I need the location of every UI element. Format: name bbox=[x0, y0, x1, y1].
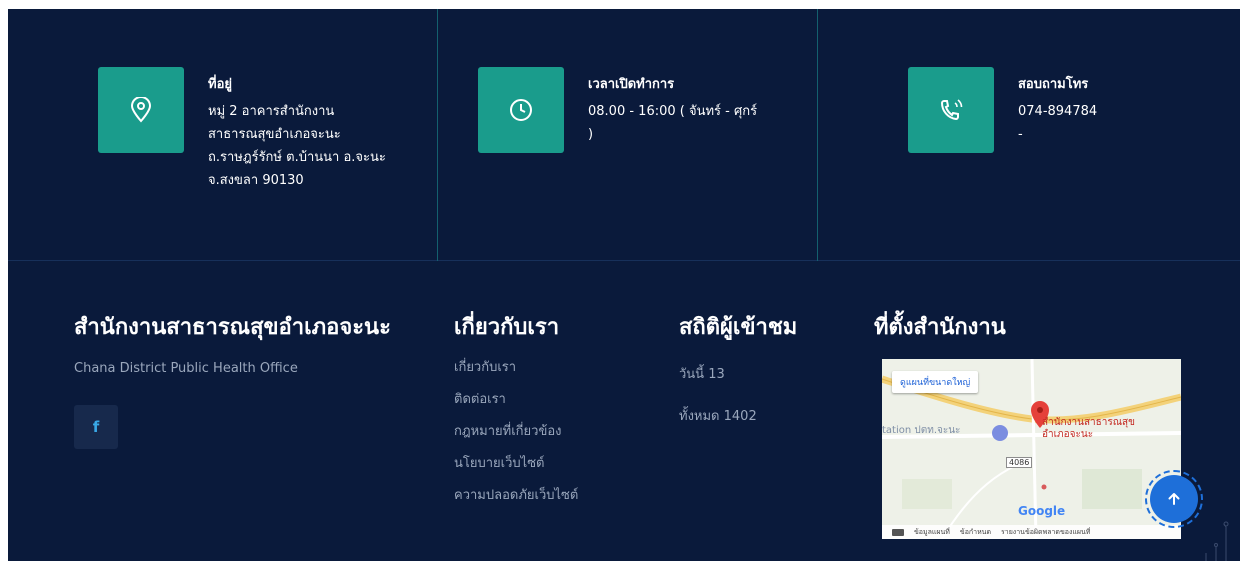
location-title: ที่ตั้งสำนักงาน bbox=[874, 315, 1006, 340]
address-line: หมู่ 2 อาคารสำนักงาน bbox=[208, 104, 335, 119]
links-title: เกี่ยวกับเรา bbox=[454, 315, 560, 340]
list-item: นโยบายเว็บไซต์ bbox=[454, 453, 578, 485]
map-pin-icon bbox=[98, 67, 184, 153]
about-title: สำนักงานสาธารณสุขอำเภอจะนะ bbox=[74, 315, 391, 340]
footer-link[interactable]: เกี่ยวกับเรา bbox=[454, 360, 516, 375]
facebook-icon: f bbox=[92, 418, 100, 436]
phone-extra: - bbox=[1018, 127, 1023, 142]
decorative-lines bbox=[1205, 521, 1229, 561]
map-place-line: อำเภอจะนะ bbox=[1042, 429, 1094, 440]
address-title: ที่อยู่ bbox=[208, 77, 232, 92]
stats-title: สถิติผู้เข้าชม bbox=[679, 315, 798, 340]
google-logo: Google bbox=[1018, 504, 1066, 518]
visitor-stats: วันนี้ 13 ทั้งหมด 1402 bbox=[679, 363, 757, 447]
site-footer: ที่อยู่ หมู่ 2 อาคารสำนักงาน สาธารณสุขอำ… bbox=[8, 9, 1240, 561]
map-place-label: สำนักงานสาธารณสุข อำเภอจะนะ bbox=[1042, 417, 1135, 441]
map-terms-link[interactable]: ข้อกำหนด bbox=[960, 527, 991, 538]
footer-link[interactable]: นโยบายเว็บไซต์ bbox=[454, 456, 544, 471]
contact-row: ที่อยู่ หมู่ 2 อาคารสำนักงาน สาธารณสุขอำ… bbox=[8, 9, 1240, 261]
map-embed[interactable]: ดูแผนที่ขนาดใหญ่ สำนักงานสาธารณสุข อำเภอ… bbox=[882, 359, 1181, 539]
list-item: เกี่ยวกับเรา bbox=[454, 357, 578, 389]
about-subtitle: Chana District Public Health Office bbox=[74, 361, 298, 376]
map-data-link[interactable]: ข้อมูลแผนที่ bbox=[914, 527, 950, 538]
map-place-line: สำนักงานสาธารณสุข bbox=[1042, 417, 1135, 428]
address-line: จ.สงขลา 90130 bbox=[208, 173, 304, 188]
clock-icon bbox=[478, 67, 564, 153]
list-item: ความปลอดภัยเว็บไซต์ bbox=[454, 485, 578, 517]
map-report-link[interactable]: รายงานข้อผิดพลาดของแผนที่ bbox=[1001, 527, 1090, 538]
map-station-label: tation ปตท.จะนะ bbox=[882, 425, 961, 436]
stats-today: วันนี้ 13 bbox=[679, 367, 725, 382]
stats-total: ทั้งหมด 1402 bbox=[679, 409, 757, 424]
footer-link[interactable]: ความปลอดภัยเว็บไซต์ bbox=[454, 488, 578, 503]
column-divider bbox=[437, 9, 438, 261]
back-to-top-button[interactable] bbox=[1145, 470, 1203, 528]
map-footer: ข้อมูลแผนที่ ข้อกำหนด รายงานข้อผิดพลาดขอ… bbox=[882, 525, 1181, 539]
list-item: ติดต่อเรา bbox=[454, 389, 578, 421]
address-line: ถ.ราษฎร์รักษ์ ต.บ้านนา อ.จะนะ bbox=[208, 150, 386, 165]
column-divider bbox=[817, 9, 818, 261]
address-line: สาธารณสุขอำเภอจะนะ bbox=[208, 127, 341, 142]
list-item: กฎหมายที่เกี่ยวข้อง bbox=[454, 421, 578, 453]
view-larger-map-link[interactable]: ดูแผนที่ขนาดใหญ่ bbox=[892, 371, 979, 393]
footer-links: เกี่ยวกับเรา ติดต่อเรา กฎหมายที่เกี่ยวข้… bbox=[454, 357, 578, 517]
footer-link[interactable]: กฎหมายที่เกี่ยวข้อง bbox=[454, 424, 562, 439]
map-road-label: 4086 bbox=[1006, 457, 1033, 468]
phone-icon bbox=[908, 67, 994, 153]
hours-line: 08.00 - 16:00 ( จันทร์ - ศุกร์ bbox=[588, 104, 758, 119]
keyboard-icon[interactable] bbox=[892, 528, 904, 536]
hours-title: เวลาเปิดทำการ bbox=[588, 77, 675, 92]
arrow-up-icon bbox=[1168, 493, 1180, 505]
phone-title: สอบถามโทร bbox=[1018, 77, 1089, 92]
phone-number: 074-894784 bbox=[1018, 104, 1098, 119]
facebook-button[interactable]: f bbox=[74, 405, 118, 449]
hours-line: ) bbox=[588, 127, 594, 142]
footer-link[interactable]: ติดต่อเรา bbox=[454, 392, 506, 407]
